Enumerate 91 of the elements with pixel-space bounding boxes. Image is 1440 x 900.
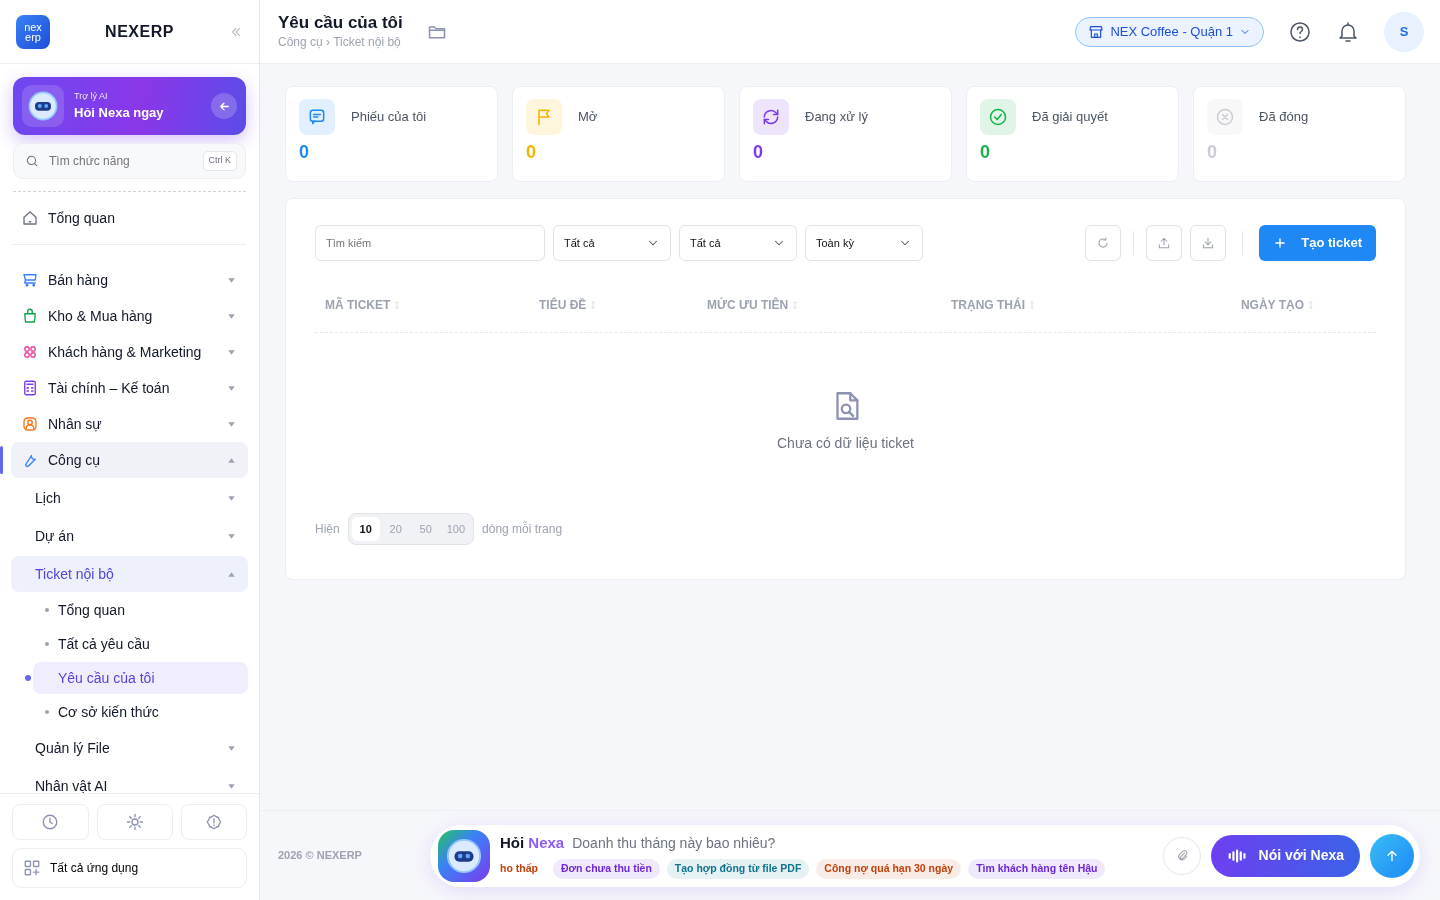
create-ticket-button[interactable]: Tạo ticket [1259, 225, 1376, 261]
chat-icon [307, 107, 327, 127]
robot-icon [445, 836, 483, 875]
store-icon [1088, 23, 1105, 40]
search-input[interactable]: Tìm chức năng [47, 151, 195, 171]
nav-item[interactable]: Nhân sự [11, 406, 248, 442]
page-size-option[interactable]: 10 [351, 517, 380, 541]
active-indicator [0, 446, 3, 474]
nav-item[interactable]: Cơ sở kiến thức [33, 696, 248, 728]
nav-item[interactable]: Tất cả yêu cầu [33, 628, 248, 660]
stat-value: 0 [526, 141, 537, 164]
history-button[interactable] [12, 804, 89, 840]
breadcrumb: Công cụ › Ticket nội bộ [278, 33, 402, 51]
grid-icon [23, 859, 41, 877]
sun-icon [125, 813, 144, 831]
stat-label: Đã giải quyết [1032, 108, 1108, 127]
import-button[interactable] [1146, 225, 1183, 261]
sort-icon [1306, 299, 1316, 310]
nav-item[interactable]: Dự án [11, 518, 248, 554]
export-button[interactable] [1190, 225, 1227, 261]
report-button[interactable] [181, 804, 247, 840]
copyright: 2026 © NEXERP [278, 848, 363, 864]
stat-label: Đang xử lý [805, 108, 868, 127]
robot-icon [27, 90, 59, 122]
stat-label: Phiếu của tôi [351, 108, 427, 127]
sync-icon [761, 107, 781, 127]
nav-item[interactable]: Tài chính – Kế toán [11, 370, 248, 406]
card-title: Hỏi Nexa ngay [74, 104, 165, 122]
home-icon [21, 209, 39, 227]
branch-selector[interactable]: NEX Coffee - Quận 1 [1075, 16, 1264, 47]
alert-icon [205, 813, 223, 831]
suggestion-chip[interactable]: Đơn chưa thu tiền [552, 858, 660, 879]
logo: nex erp [16, 14, 50, 49]
sort-icon [1027, 299, 1037, 310]
stat-value: 0 [753, 141, 764, 164]
check-circle-icon [988, 107, 1008, 127]
stat-value: 0 [980, 141, 991, 164]
ai-assistant-card[interactable]: Trợ lý AI Hỏi Nexa ngay [13, 77, 246, 135]
nav-item[interactable]: Bán hàng [11, 262, 248, 298]
filter-select[interactable]: Toàn kỳ [805, 225, 923, 261]
suggestion-chip[interactable]: ho thấp [500, 858, 546, 879]
nav-item[interactable]: Khách hàng & Marketing [11, 334, 248, 370]
stat-value: 0 [299, 141, 310, 164]
search-field[interactable]: Tìm chức năng Ctrl K [13, 143, 246, 179]
nav-item[interactable]: Nhân vật AI [11, 768, 248, 793]
search-field[interactable]: Tìm kiếm [315, 225, 545, 261]
filter-select[interactable]: Tất cả [679, 225, 797, 261]
nav-item[interactable]: Kho & Mua hàng [11, 298, 248, 334]
send-button[interactable] [1370, 833, 1414, 878]
all-apps-button[interactable]: Tất cả ứng dụng [12, 848, 247, 888]
active-dot [25, 675, 31, 681]
card-caption: Trợ lý AI [74, 89, 109, 103]
shortcut-hint: Ctrl K [202, 151, 237, 171]
nav-item[interactable]: Tổng quan [33, 594, 248, 626]
bag-icon [21, 307, 39, 325]
refresh-icon [1096, 236, 1111, 250]
attach-button[interactable] [1162, 836, 1201, 875]
page-size-label: dòng mỗi trang [482, 520, 563, 538]
help-button[interactable] [1288, 19, 1312, 44]
clock-icon [41, 813, 60, 831]
empty-message: Chưa có dữ liệu ticket [777, 433, 914, 453]
suggestion-chip[interactable]: Tạo hợp đồng từ file PDF [666, 858, 810, 879]
help-icon [1288, 19, 1312, 44]
upload-icon [1157, 236, 1172, 250]
download-icon [1201, 236, 1216, 250]
filter-select[interactable]: Tất cả [553, 225, 671, 261]
nav-item[interactable]: Ticket nội bộ [11, 556, 248, 592]
nav-item[interactable]: Lịch [11, 480, 248, 516]
voice-button[interactable]: Nói với Nexa [1210, 834, 1360, 877]
cart-icon [21, 271, 39, 289]
bell-icon [1336, 19, 1360, 44]
calculator-icon [21, 379, 39, 397]
page-title: Yêu cầu của tôi [278, 12, 403, 33]
suggestion-chip[interactable]: Tìm khách hàng tên Hậu [968, 858, 1106, 879]
search-icon [25, 154, 39, 168]
stat-label: Đã đóng [1259, 108, 1309, 127]
user-icon [21, 415, 39, 433]
user-avatar[interactable]: S [1384, 11, 1424, 52]
nav-item[interactable]: Quản lý File [11, 730, 248, 766]
brand-name: NEXERP [104, 21, 175, 42]
x-circle-icon [1215, 107, 1235, 127]
suggestion-chip[interactable]: Công nợ quá hạn 30 ngày [816, 858, 962, 879]
theme-button[interactable] [96, 804, 173, 840]
refresh-button[interactable] [1085, 225, 1122, 261]
people-icon [21, 343, 39, 361]
notification-button[interactable] [1336, 19, 1360, 44]
plus-icon [1273, 236, 1288, 250]
stat-label: Mở [578, 108, 598, 127]
assistant-title: Hỏi Nexa [500, 833, 565, 854]
nav-item[interactable]: Tổng quan [11, 200, 248, 236]
page-size-label: Hiện [315, 521, 340, 538]
